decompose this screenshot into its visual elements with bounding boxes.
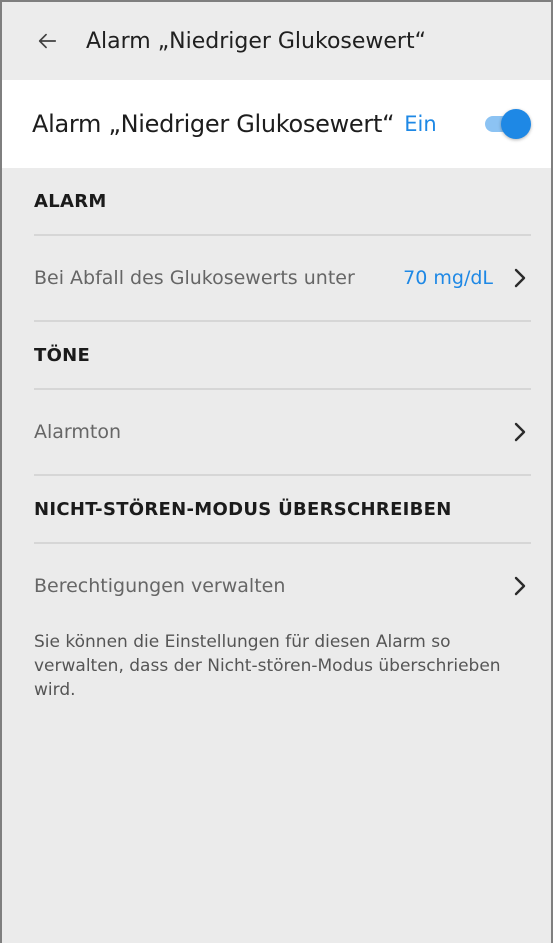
screen: Alarm „Niedriger Glukosewert“ Alarm „Nie… xyxy=(0,0,553,943)
alarm-toggle-row[interactable]: Alarm „Niedriger Glukosewert“ Ein xyxy=(2,80,551,168)
section-heading-tones: TÖNE xyxy=(34,344,91,366)
arrow-left-icon xyxy=(38,33,57,49)
chevron-right-icon xyxy=(509,421,531,443)
glucose-threshold-label: Bei Abfall des Glukosewerts unter xyxy=(34,267,355,289)
switch-thumb xyxy=(501,109,531,139)
page-title: Alarm „Niedriger Glukosewert“ xyxy=(86,28,427,54)
alarm-toggle-state: Ein xyxy=(404,112,437,136)
glucose-threshold-row[interactable]: Bei Abfall des Glukosewerts unter 70 mg/… xyxy=(2,236,551,320)
alarm-tone-row[interactable]: Alarmton xyxy=(2,390,551,474)
alarm-toggle-switch[interactable] xyxy=(485,109,531,139)
manage-permissions-row[interactable]: Berechtigungen verwalten xyxy=(2,544,551,628)
alarm-tone-label: Alarmton xyxy=(34,421,122,443)
alarm-toggle-label: Alarm „Niedriger Glukosewert“ xyxy=(32,110,395,138)
section-heading-dnd: NICHT-STÖREN-MODUS ÜBERSCHREIBEN xyxy=(34,498,452,520)
section-heading-alarm: ALARM xyxy=(34,190,107,212)
glucose-threshold-value: 70 mg/dL xyxy=(403,267,493,289)
chevron-right-icon xyxy=(509,267,531,289)
manage-permissions-label: Berechtigungen verwalten xyxy=(34,575,286,597)
dnd-description: Sie können die Einstellungen für diesen … xyxy=(34,632,501,700)
app-bar: Alarm „Niedriger Glukosewert“ xyxy=(2,2,551,80)
back-button[interactable] xyxy=(24,18,70,64)
chevron-right-icon xyxy=(509,575,531,597)
